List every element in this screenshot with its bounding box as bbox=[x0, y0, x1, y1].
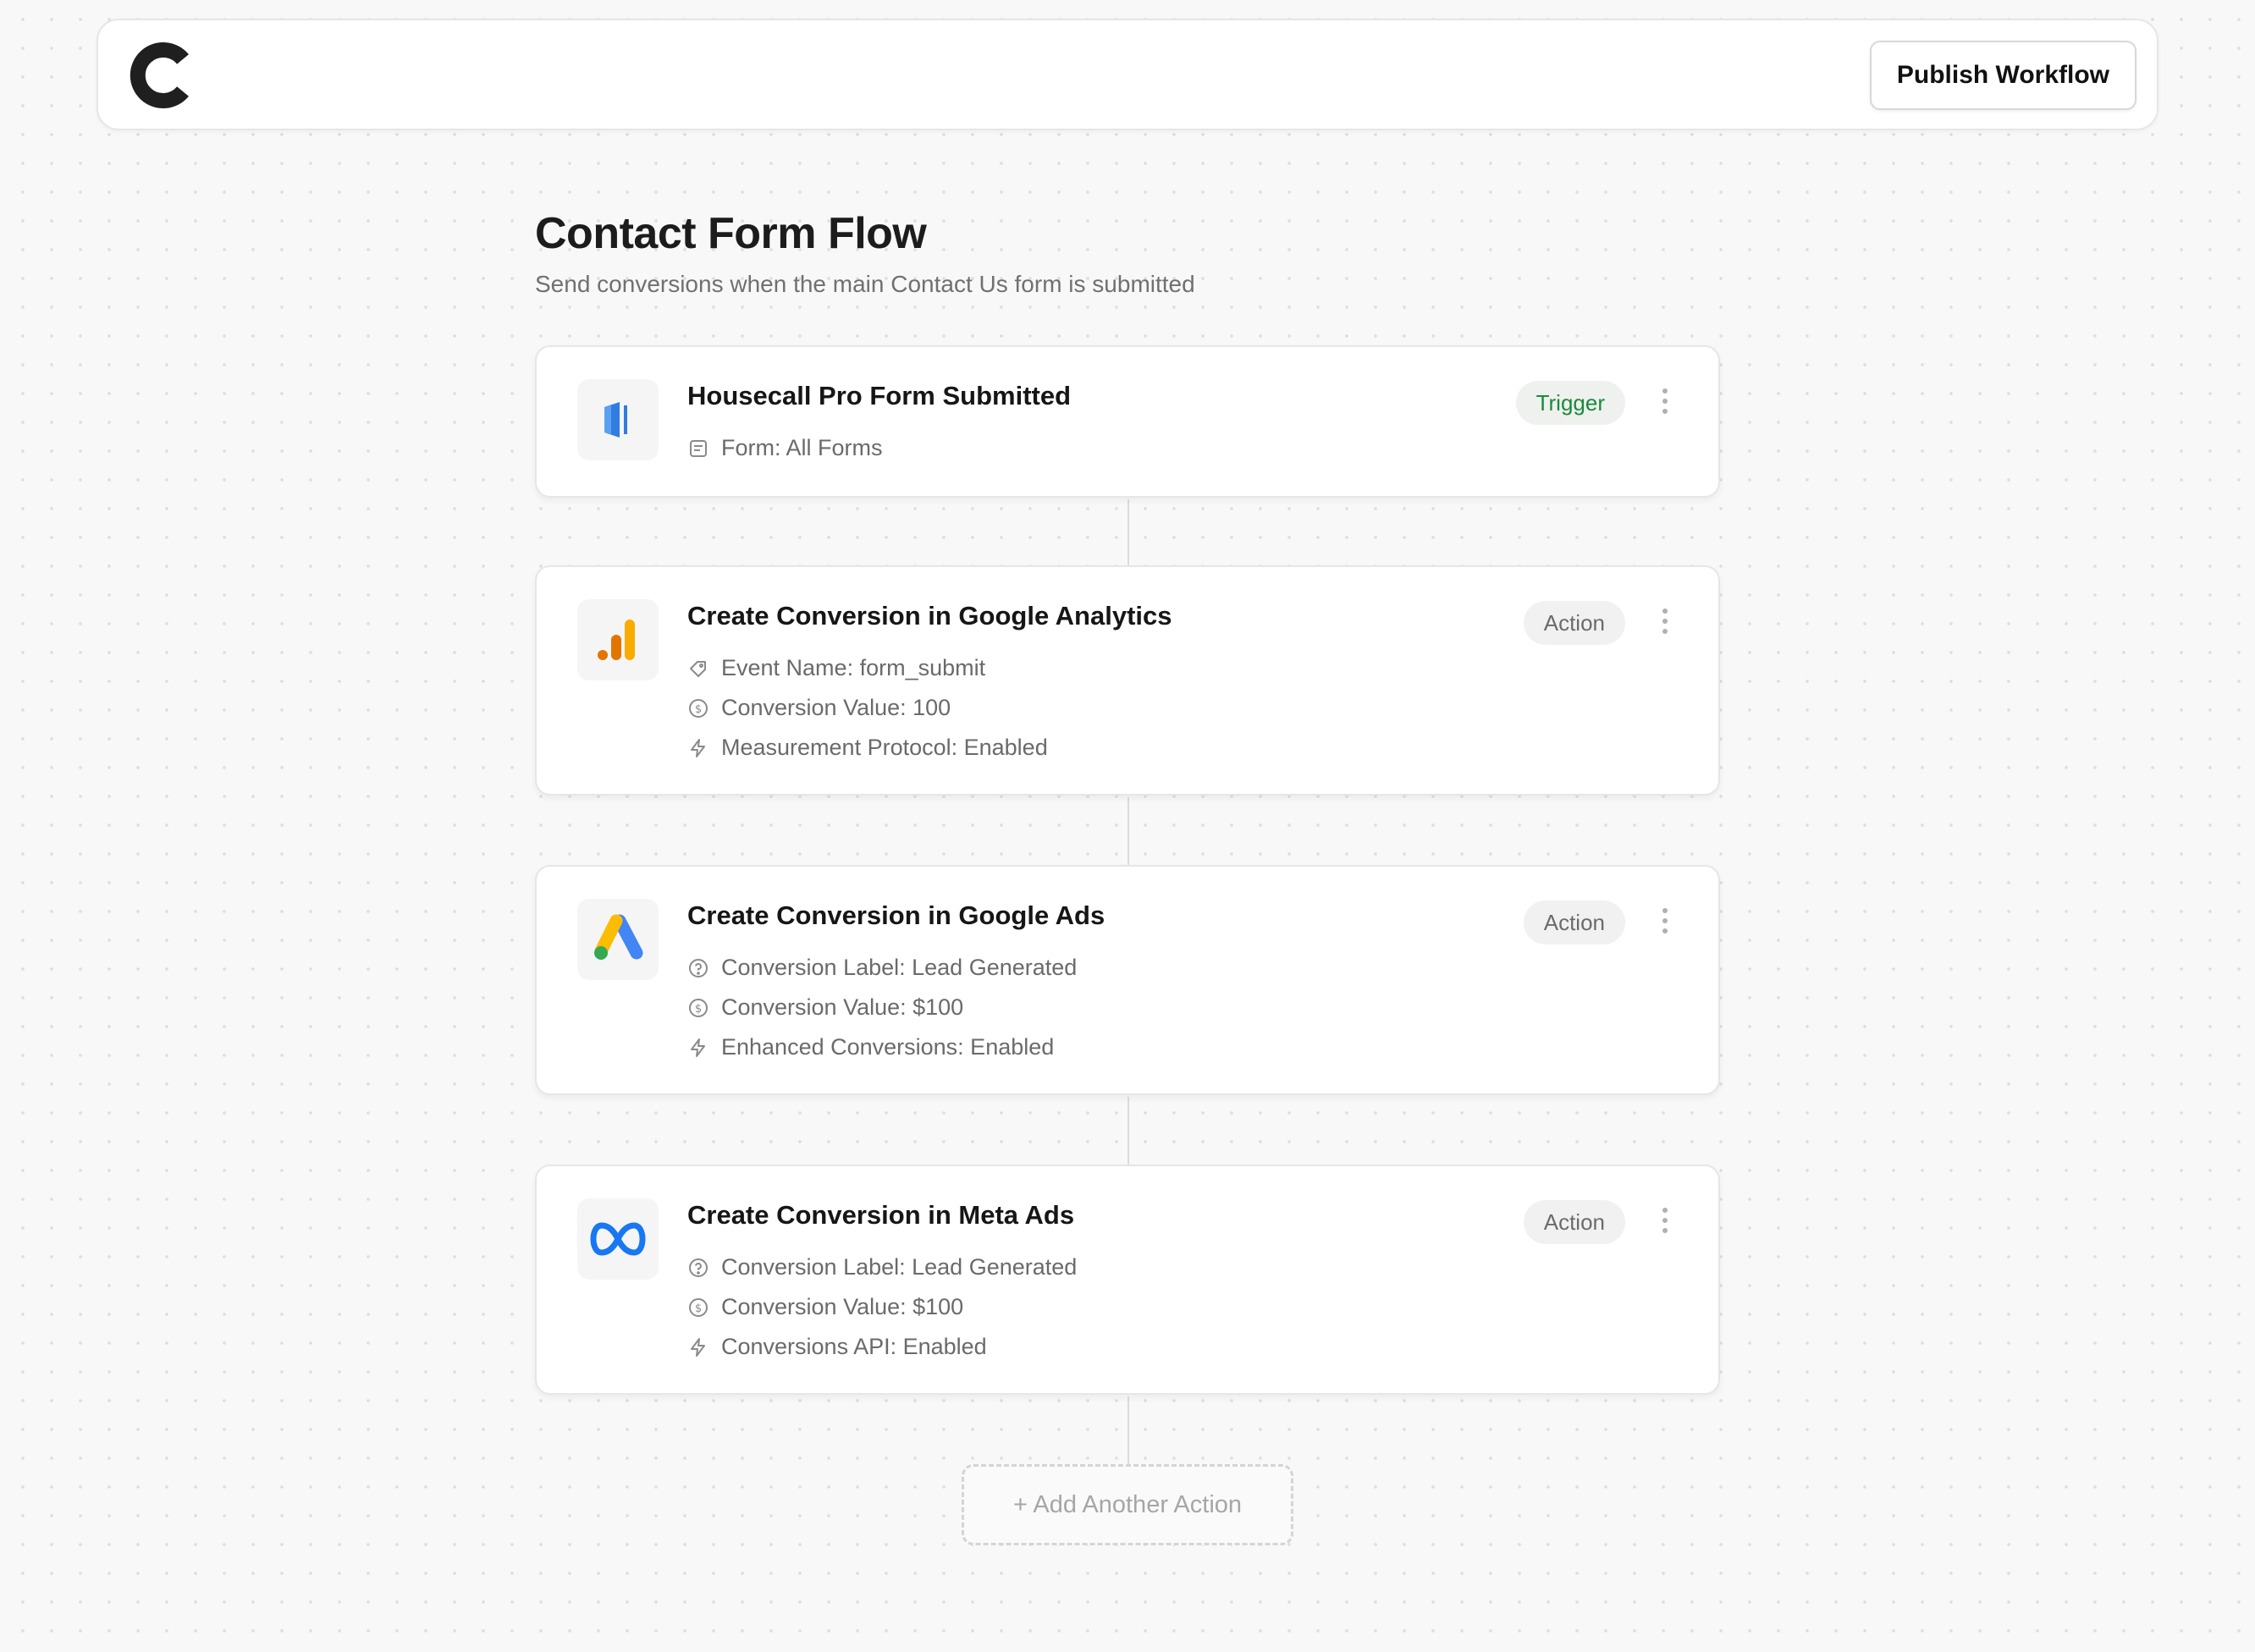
page-subtitle: Send conversions when the main Contact U… bbox=[535, 271, 1195, 297]
app-logo[interactable] bbox=[127, 39, 200, 112]
step-title: Create Conversion in Google Analytics bbox=[687, 601, 1172, 631]
step-property: Event Name: form_submit bbox=[687, 648, 1048, 688]
lightning-icon bbox=[687, 737, 709, 759]
step-property-text: Conversion Value: $100 bbox=[721, 994, 964, 1020]
svg-text:$: $ bbox=[695, 703, 702, 716]
dollar-circle-icon: $ bbox=[687, 1297, 709, 1319]
action-badge: Action bbox=[1523, 601, 1625, 645]
form-icon bbox=[687, 438, 709, 460]
workflow-header: Contact Form Flow Send conversions when … bbox=[535, 208, 1720, 298]
step-property: $ Conversion Value: $100 bbox=[687, 1287, 1077, 1327]
step-property-text: Enhanced Conversions: Enabled bbox=[721, 1034, 1055, 1060]
step-property-text: Conversion Value: $100 bbox=[721, 1294, 964, 1319]
connector-line bbox=[1128, 1097, 1129, 1166]
step-property: Enhanced Conversions: Enabled bbox=[687, 1027, 1077, 1067]
action-badge: Action bbox=[1523, 900, 1625, 944]
step-property-text: Conversion Label: Lead Generated bbox=[721, 955, 1078, 980]
help-circle-icon bbox=[687, 957, 709, 979]
step-property: Conversion Label: Lead Generated bbox=[687, 1247, 1077, 1287]
dollar-circle-icon: $ bbox=[687, 997, 709, 1019]
publish-workflow-button[interactable]: Publish Workflow bbox=[1869, 41, 2136, 110]
step-property-text: Conversion Value: 100 bbox=[721, 695, 951, 720]
connector-line bbox=[1128, 499, 1129, 567]
more-options-icon[interactable] bbox=[1661, 608, 1669, 635]
step-property-text: Measurement Protocol: Enabled bbox=[721, 735, 1048, 760]
top-bar: Publish Workflow bbox=[96, 19, 2159, 130]
workflow-step-google-analytics[interactable]: Create Conversion in Google Analytics Ev… bbox=[535, 565, 1720, 796]
connector-line bbox=[1128, 797, 1129, 867]
step-title: Create Conversion in Google Ads bbox=[687, 900, 1105, 930]
step-property: Conversion Label: Lead Generated bbox=[687, 948, 1077, 988]
housecall-pro-icon bbox=[577, 379, 659, 460]
page-title: Contact Form Flow bbox=[535, 209, 927, 258]
svg-text:$: $ bbox=[695, 1003, 702, 1016]
action-badge: Action bbox=[1523, 1200, 1625, 1244]
tag-icon bbox=[687, 658, 709, 680]
step-properties: Conversion Label: Lead Generated $ Conve… bbox=[687, 948, 1077, 1067]
workflow-step-google-ads[interactable]: Create Conversion in Google Ads Conversi… bbox=[535, 865, 1720, 1095]
workflow-step-meta-ads[interactable]: Create Conversion in Meta Ads Conversion… bbox=[535, 1165, 1720, 1395]
step-property: $ Conversion Value: 100 bbox=[687, 688, 1048, 728]
step-title: Create Conversion in Meta Ads bbox=[687, 1200, 1075, 1230]
step-property-text: Conversion Label: Lead Generated bbox=[721, 1254, 1078, 1280]
more-options-icon[interactable] bbox=[1661, 1207, 1669, 1234]
workflow-step-trigger[interactable]: Housecall Pro Form Submitted Form: All F… bbox=[535, 345, 1720, 498]
step-property: Measurement Protocol: Enabled bbox=[687, 728, 1048, 768]
step-properties: Conversion Label: Lead Generated $ Conve… bbox=[687, 1247, 1077, 1367]
trigger-badge: Trigger bbox=[1515, 381, 1625, 425]
step-property-text: Form: All Forms bbox=[721, 435, 883, 460]
step-title: Housecall Pro Form Submitted bbox=[687, 381, 1072, 410]
step-properties: Form: All Forms bbox=[687, 428, 883, 468]
lightning-icon bbox=[687, 1037, 709, 1059]
more-options-icon[interactable] bbox=[1661, 388, 1669, 415]
svg-text:$: $ bbox=[695, 1302, 702, 1315]
step-property: Conversions API: Enabled bbox=[687, 1327, 1077, 1367]
step-property-text: Conversions API: Enabled bbox=[721, 1334, 987, 1359]
connector-line bbox=[1128, 1396, 1129, 1466]
step-properties: Event Name: form_submit $ Conversion Val… bbox=[687, 648, 1048, 768]
add-another-action-button[interactable]: + Add Another Action bbox=[962, 1464, 1293, 1545]
step-property: $ Conversion Value: $100 bbox=[687, 988, 1077, 1027]
step-property: Form: All Forms bbox=[687, 428, 883, 468]
more-options-icon[interactable] bbox=[1661, 907, 1669, 934]
google-analytics-icon bbox=[577, 599, 659, 680]
lightning-icon bbox=[687, 1336, 709, 1358]
step-property-text: Event Name: form_submit bbox=[721, 655, 986, 680]
dollar-circle-icon: $ bbox=[687, 697, 709, 719]
help-circle-icon bbox=[687, 1257, 709, 1279]
google-ads-icon bbox=[577, 899, 659, 980]
meta-icon bbox=[577, 1198, 659, 1280]
